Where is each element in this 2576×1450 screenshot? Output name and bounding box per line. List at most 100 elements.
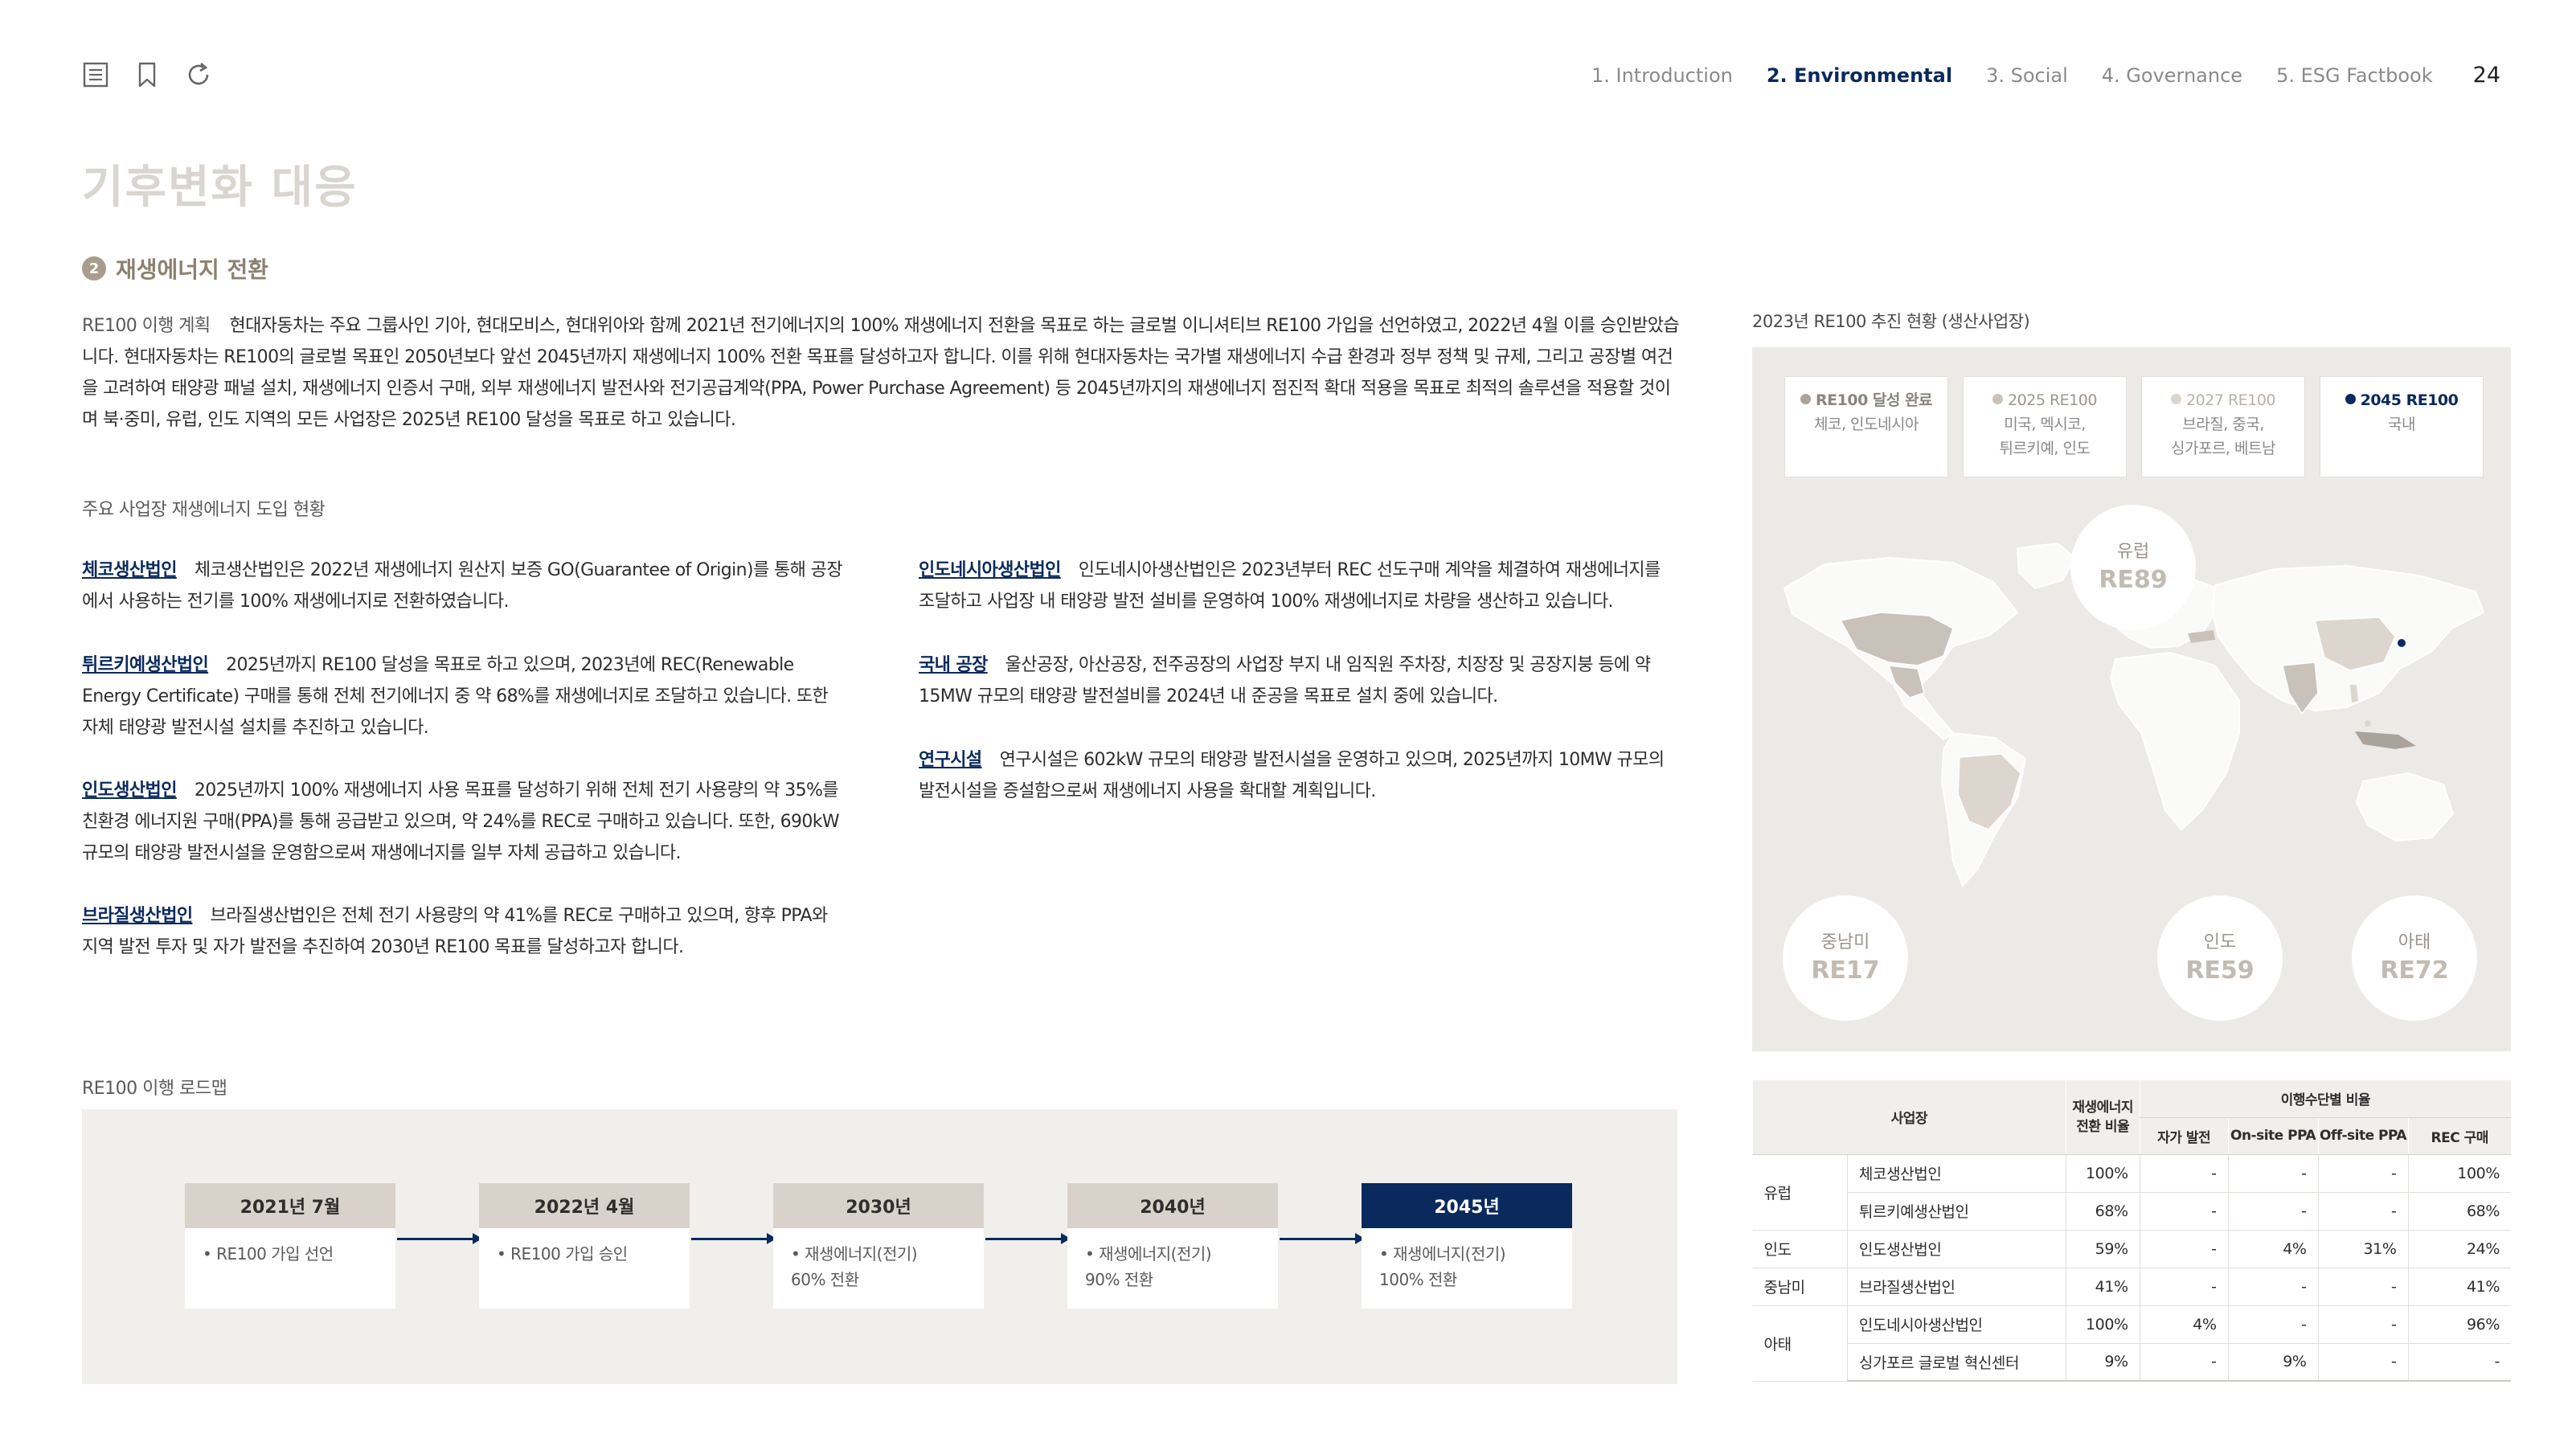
site-domestic-text: 울산공장, 아산공장, 전주공장의 사업장 부지 내 임직원 주차장, 치장장 … xyxy=(919,655,1651,707)
bubble-region: 아태 xyxy=(2398,932,2431,952)
usa-highlight xyxy=(1839,612,1954,666)
bookmark-icon[interactable] xyxy=(133,61,161,88)
cell-ratio: 41% xyxy=(2065,1268,2140,1306)
map-title: 2023년 RE100 추진 현황 (생산사업장) xyxy=(1752,312,2030,331)
site-research-link[interactable]: 연구시설 xyxy=(919,750,982,770)
africa-shape xyxy=(2109,651,2240,831)
cell-onsite: 9% xyxy=(2227,1343,2319,1382)
cell-onsite: - xyxy=(2227,1268,2319,1306)
bubble-value: RE72 xyxy=(2380,956,2449,985)
bubble-region: 유럽 xyxy=(2116,542,2150,562)
cell-rec: 100% xyxy=(2407,1154,2511,1193)
site-domestic: 국내 공장 울산공장, 아산공장, 전주공장의 사업장 부지 내 임직원 주차장,… xyxy=(919,649,1678,712)
site-india-link[interactable]: 인도생산법인 xyxy=(82,780,177,801)
cell-region: 중남미 xyxy=(1752,1268,1848,1306)
roadmap-arrow xyxy=(397,1233,482,1244)
site-czech-link[interactable]: 체코생산법인 xyxy=(82,560,177,580)
table-row: 아태 인도네시아생산법인 100% 4% - - 96% xyxy=(1752,1305,2511,1382)
bubble-value: RE17 xyxy=(1811,956,1880,985)
nav-social[interactable]: 3. Social xyxy=(1986,64,2068,87)
site-czech-text: 체코생산법인은 2022년 재생에너지 원산지 보증 GO(Guarantee … xyxy=(82,560,843,612)
roadmap-step: 2022년 4월 • RE100 가입 승인 xyxy=(479,1183,690,1309)
cell-self: - xyxy=(2139,1192,2229,1231)
site-brazil-link[interactable]: 브라질생산법인 xyxy=(82,906,193,926)
sites-heading: 주요 사업장 재생에너지 도입 현황 xyxy=(82,500,326,520)
legend-regions: 국내 xyxy=(2388,416,2415,433)
korea-highlight xyxy=(2398,639,2406,647)
site-india-text: 2025년까지 100% 재생에너지 사용 목표를 달성하기 위해 전체 전기 … xyxy=(82,780,840,863)
roadmap-panel: 2021년 7월 • RE100 가입 선언 2022년 4월 • RE100 … xyxy=(82,1109,1677,1384)
cell-self: - xyxy=(2139,1268,2229,1306)
site-research-text: 연구시설은 602kW 규모의 태양광 발전시설을 운영하고 있으며, 2025… xyxy=(919,750,1665,801)
region-bubble-europe: 유럽 RE89 xyxy=(2070,505,2196,630)
re100-table: 사업장 재생에너지 전환 비율 이행수단별 비율 자가 발전 On-site P… xyxy=(1752,1080,2511,1382)
region-bubble-india: 인도 RE59 xyxy=(2157,895,2283,1021)
cell-self: - xyxy=(2139,1343,2229,1382)
cell-rec: 24% xyxy=(2407,1230,2511,1268)
cell-site: 싱가포르 글로벌 혁신센터 xyxy=(1846,1343,2066,1382)
site-domestic-link[interactable]: 국내 공장 xyxy=(919,655,988,675)
roadmap-step: 2021년 7월 • RE100 가입 선언 xyxy=(185,1183,395,1309)
nav-introduction[interactable]: 1. Introduction xyxy=(1591,64,1733,87)
region-bubble-apac: 아태 RE72 xyxy=(2352,895,2477,1021)
roadmap-step-date: 2045년 xyxy=(1362,1183,1572,1228)
cell-site: 인도네시아생산법인 xyxy=(1846,1305,2066,1344)
table-row: 중남미 브라질생산법인 41% - - - 41% xyxy=(1752,1268,2511,1306)
cell-offsite: - xyxy=(2317,1343,2408,1382)
table-row: 유럽 체코생산법인 100% - - - 100% xyxy=(1752,1154,2511,1231)
section-heading: 2 재생에너지 전환 xyxy=(82,252,268,285)
cell-onsite: 4% xyxy=(2227,1230,2319,1268)
legend-dot xyxy=(2345,394,2356,404)
roadmap-step-date: 2030년 xyxy=(773,1183,984,1228)
th-site: 사업장 xyxy=(1752,1080,2066,1155)
cell-site: 브라질생산법인 xyxy=(1846,1268,2066,1306)
intro-text: 현대자동차는 주요 그룹사인 기아, 현대모비스, 현대위아와 함께 2021년… xyxy=(82,316,1680,430)
table-row: 튀르키예생산법인 68% - - - 68% xyxy=(1753,1192,2511,1231)
cell-rec: 68% xyxy=(2407,1192,2511,1231)
roadmap-step-desc: • 재생에너지(전기) 90% 전환 xyxy=(1067,1228,1278,1309)
bubble-value: RE59 xyxy=(2185,956,2255,985)
site-research: 연구시설 연구시설은 602kW 규모의 태양광 발전시설을 운영하고 있으며, … xyxy=(919,744,1678,807)
intro-label: RE100 이행 계획 xyxy=(82,316,211,336)
cell-site: 인도생산법인 xyxy=(1846,1230,2066,1268)
roadmap-title: RE100 이행 로드맵 xyxy=(82,1079,227,1099)
cell-rec: 41% xyxy=(2407,1268,2511,1306)
toolbar-icons xyxy=(82,61,212,88)
nav-environmental[interactable]: 2. Environmental xyxy=(1767,64,1952,87)
site-turkiye-link[interactable]: 튀르키예생산법인 xyxy=(82,655,209,675)
cell-onsite: - xyxy=(2227,1305,2319,1344)
cell-ratio: 100% xyxy=(2065,1154,2140,1193)
th-ratio: 재생에너지 전환 비율 xyxy=(2065,1080,2140,1155)
cell-site: 튀르키예생산법인 xyxy=(1846,1192,2066,1231)
site-indonesia-link[interactable]: 인도네시아생산법인 xyxy=(919,560,1061,580)
roadmap-step-desc: • RE100 가입 승인 xyxy=(479,1228,690,1309)
cell-self: - xyxy=(2139,1154,2229,1193)
roadmap-step-date: 2022년 4월 xyxy=(479,1183,690,1228)
australia-shape xyxy=(2355,772,2455,842)
roadmap-step-date: 2040년 xyxy=(1067,1183,1278,1228)
cell-region: 인도 xyxy=(1752,1230,1848,1268)
site-india: 인도생산법인 2025년까지 100% 재생에너지 사용 목표를 달성하기 위해 … xyxy=(82,775,846,869)
roadmap-step-desc: • RE100 가입 선언 xyxy=(185,1228,395,1309)
legend-title: 2025 RE100 xyxy=(2008,391,2097,409)
cell-region: 아태 xyxy=(1752,1305,1848,1382)
world-map-panel: RE100 달성 완료 체코, 인도네시아 2025 RE100 미국, 멕시코… xyxy=(1752,347,2511,1051)
page-number: 24 xyxy=(2472,63,2500,88)
nav-esg-factbook[interactable]: 5. ESG Factbook xyxy=(2276,64,2433,87)
roadmap-step: 2045년 • 재생에너지(전기) 100% 전환 xyxy=(1362,1183,1572,1309)
site-indonesia: 인도네시아생산법인 인도네시아생산법인은 2023년부터 REC 선도구매 계약을… xyxy=(919,555,1678,617)
site-turkiye: 튀르키예생산법인 2025년까지 RE100 달성을 목표로 하고 있으며, 20… xyxy=(82,649,846,743)
site-czech: 체코생산법인 체코생산법인은 2022년 재생에너지 원산지 보증 GO(Guar… xyxy=(82,555,846,617)
refresh-icon[interactable] xyxy=(185,61,212,88)
cell-offsite: - xyxy=(2317,1305,2408,1344)
th-rec: REC 구매 xyxy=(2407,1117,2511,1155)
legend-dot xyxy=(2171,394,2182,404)
roadmap-step: 2030년 • 재생에너지(전기) 60% 전환 xyxy=(773,1183,984,1309)
cell-self: - xyxy=(2139,1230,2229,1268)
nav-governance[interactable]: 4. Governance xyxy=(2102,64,2242,87)
contents-icon[interactable] xyxy=(82,61,109,88)
cell-ratio: 59% xyxy=(2065,1230,2140,1268)
legend-title: 2045 RE100 xyxy=(2360,391,2459,409)
table-row: 싱가포르 글로벌 혁신센터 9% - 9% - - xyxy=(1753,1343,2511,1382)
cell-ratio: 100% xyxy=(2065,1305,2140,1344)
